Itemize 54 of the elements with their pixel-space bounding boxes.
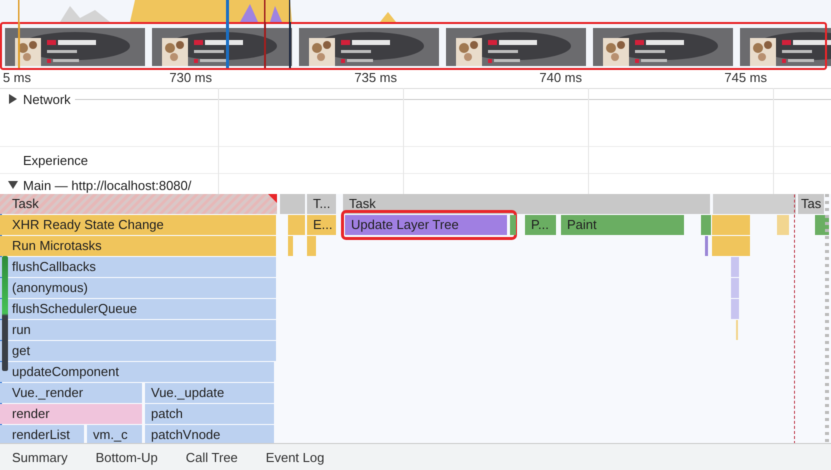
event-block[interactable] <box>712 215 750 235</box>
expand-arrow-icon[interactable] <box>8 94 18 104</box>
event-block[interactable] <box>731 257 739 277</box>
flame-event[interactable]: patchVnode <box>145 425 274 443</box>
event-block[interactable] <box>705 236 708 256</box>
event-block[interactable] <box>712 236 750 256</box>
event-block[interactable] <box>731 278 739 298</box>
panel-tab[interactable]: Bottom-Up <box>94 448 160 466</box>
event-block[interactable] <box>280 194 305 214</box>
panel-tab[interactable]: Summary <box>10 448 70 466</box>
flame-event[interactable]: render <box>0 404 142 424</box>
event-block[interactable] <box>701 215 711 235</box>
flame-event[interactable]: Task <box>343 194 710 214</box>
flame-event[interactable]: Vue._render <box>0 383 142 403</box>
event-block[interactable] <box>307 236 316 256</box>
flame-event[interactable]: Paint <box>561 215 684 235</box>
flame-event[interactable]: Run Microtasks <box>0 236 276 256</box>
event-block[interactable] <box>731 299 739 319</box>
event-block[interactable] <box>288 215 305 235</box>
time-tick-label: 5 ms <box>2 70 31 85</box>
flame-event[interactable]: P... <box>525 215 556 235</box>
flame-event[interactable]: run <box>0 320 276 340</box>
track-label[interactable]: Main — http://localhost:8080/ <box>23 178 192 192</box>
event-block[interactable] <box>777 215 789 235</box>
event-block[interactable] <box>288 236 293 256</box>
flame-event[interactable]: flushCallbacks <box>0 257 276 277</box>
flame-event[interactable]: Tas <box>798 194 824 214</box>
flame-event[interactable]: flushSchedulerQueue <box>0 299 276 319</box>
flame-event[interactable]: Update Layer Tree <box>345 215 507 235</box>
flame-event[interactable]: E... <box>307 215 336 235</box>
track-overlay-handle[interactable] <box>2 256 8 371</box>
event-block[interactable] <box>510 215 516 235</box>
flame-event[interactable]: renderList <box>0 425 84 443</box>
time-tick-label: 745 ms <box>724 70 767 85</box>
flame-event[interactable]: (anonymous) <box>0 278 276 298</box>
flame-event[interactable]: Vue._update <box>145 383 274 403</box>
panel-tab[interactable]: Call Tree <box>184 448 240 466</box>
time-tick-label: 740 ms <box>539 70 582 85</box>
scrollbar[interactable] <box>825 194 829 443</box>
time-tick-label: 730 ms <box>169 70 212 85</box>
flame-event[interactable]: T... <box>307 194 336 214</box>
flame-event[interactable]: XHR Ready State Change <box>0 215 276 235</box>
event-block[interactable] <box>713 194 796 214</box>
flame-event[interactable]: get <box>0 341 276 361</box>
flame-event[interactable]: Task <box>0 194 277 214</box>
flame-event[interactable]: patch <box>145 404 274 424</box>
track-label[interactable]: Network <box>23 92 71 106</box>
flame-event[interactable]: updateComponent <box>0 362 274 382</box>
flame-event[interactable]: vm._c <box>87 425 142 443</box>
event-block[interactable] <box>815 215 829 235</box>
track-label[interactable]: Experience <box>23 152 88 168</box>
panel-tab[interactable]: Event Log <box>264 448 326 466</box>
expand-arrow-icon[interactable] <box>8 180 18 190</box>
time-tick-label: 735 ms <box>354 70 397 85</box>
